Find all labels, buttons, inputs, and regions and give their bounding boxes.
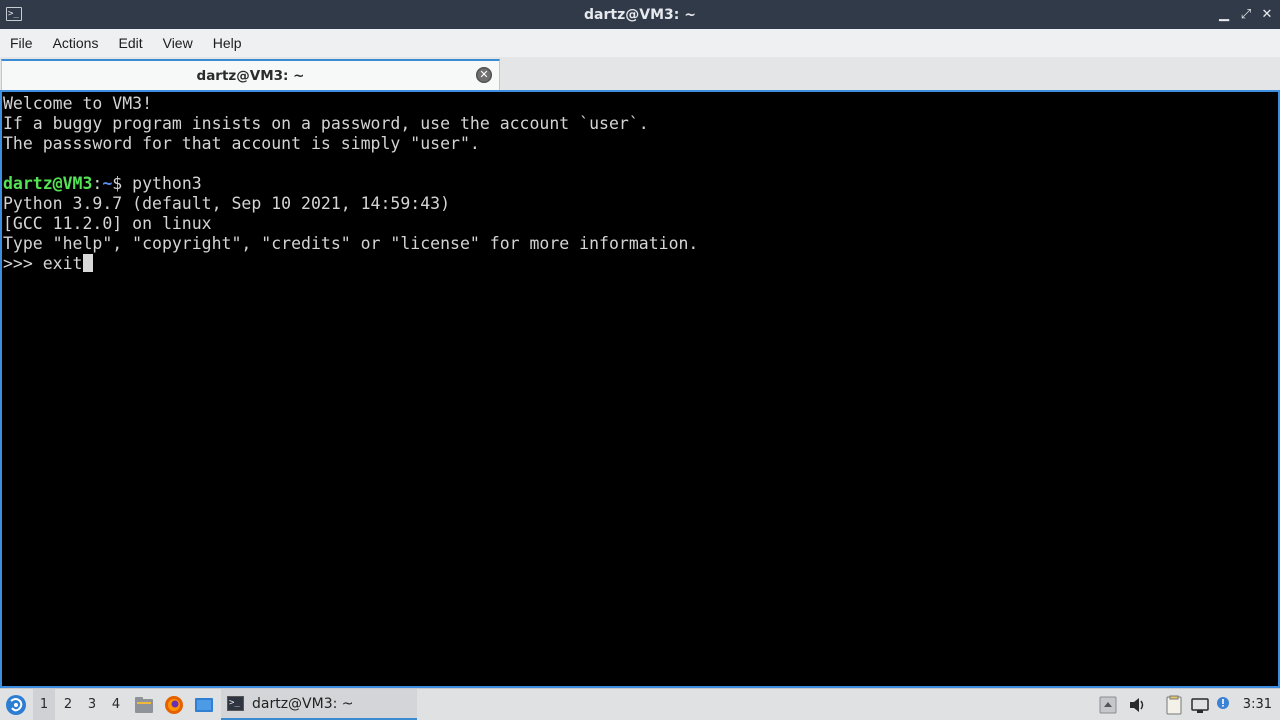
prompt-separator: : [92,174,103,193]
window-titlebar[interactable]: >_ dartz@VM3: ~ ▁ ⤢ ✕ [0,0,1280,29]
prompt-path: ~ [102,174,113,193]
shell-prompt-line: dartz@VM3:~$ python3 [3,174,1278,194]
menu-file[interactable]: File [0,29,43,57]
shell-command: python3 [132,174,202,193]
repl-input[interactable]: exit [43,254,83,273]
welcome-line: Welcome to VM3! [3,94,153,113]
taskbar-terminal-task[interactable]: >_ dartz@VM3: ~ [221,689,417,720]
tab-bar: dartz@VM3: ~ ✕ [0,57,1280,90]
menu-view[interactable]: View [153,29,203,57]
file-manager-icon[interactable] [134,695,154,715]
repl-prompt: >>> [3,254,43,273]
welcome-line: If a buggy program insists on a password… [3,114,649,133]
terminal-tab[interactable]: dartz@VM3: ~ ✕ [1,59,500,90]
workspace-1[interactable]: 1 [33,689,55,720]
task-label: dartz@VM3: ~ [252,695,354,712]
tray-expand-icon[interactable] [1098,695,1118,715]
volume-icon[interactable] [1127,695,1147,715]
repl-input-line[interactable]: >>> exit [3,254,1278,274]
minimize-icon[interactable]: ▁ [1214,0,1234,29]
text-cursor [82,254,93,272]
prompt-user: dartz@VM3 [3,174,93,193]
python-output-line: [GCC 11.2.0] on linux [3,214,212,233]
close-icon[interactable]: ✕ [1257,0,1277,29]
terminal-app-icon[interactable]: >_ [6,7,22,21]
clock[interactable]: 3:31 [1243,689,1272,720]
menu-actions[interactable]: Actions [43,29,109,57]
workspace-3[interactable]: 3 [81,689,103,720]
taskbar: 1 2 3 4 >_ dartz@VM3: ~ 3:31 [0,688,1280,720]
terminal-output[interactable]: Welcome to VM3! If a buggy program insis… [0,90,1280,688]
menu-help[interactable]: Help [203,29,252,57]
menu-edit[interactable]: Edit [108,29,152,57]
tab-close-icon[interactable]: ✕ [476,67,492,83]
python-output-line: Type "help", "copyright", "credits" or "… [3,234,699,253]
welcome-line: The passsword for that account is simply… [3,134,480,153]
python-output-line: Python 3.9.7 (default, Sep 10 2021, 14:5… [3,194,451,213]
clipboard-icon[interactable] [1164,695,1184,715]
terminal-icon: >_ [227,696,244,711]
tab-label: dartz@VM3: ~ [196,67,305,84]
maximize-icon[interactable]: ⤢ [1236,0,1256,29]
show-desktop-icon[interactable] [194,695,214,715]
network-icon[interactable] [1190,695,1210,715]
menu-bar: File Actions Edit View Help [0,29,1280,57]
start-menu-icon[interactable] [4,693,28,717]
prompt-symbol: $ [112,174,133,193]
window-title: dartz@VM3: ~ [584,6,696,23]
workspace-2[interactable]: 2 [57,689,79,720]
firefox-icon[interactable] [164,695,184,715]
workspace-4[interactable]: 4 [105,689,127,720]
notification-icon[interactable] [1214,695,1234,715]
